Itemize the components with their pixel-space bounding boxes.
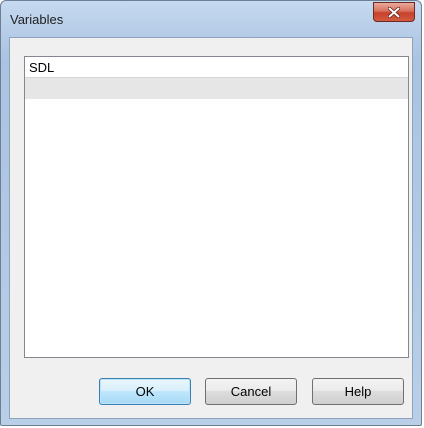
dialog-client-area: SDL OK Cancel Help	[9, 37, 413, 419]
title-bar[interactable]: Variables	[1, 1, 421, 37]
ok-button[interactable]: OK	[99, 378, 191, 405]
window-title: Variables	[10, 12, 64, 27]
help-button[interactable]: Help	[312, 378, 404, 405]
list-item[interactable]: SDL	[25, 57, 408, 78]
close-icon	[388, 6, 400, 18]
cancel-button[interactable]: Cancel	[205, 378, 297, 405]
variables-dialog: Variables SDL OK Cancel Help	[0, 0, 422, 426]
list-item-new[interactable]	[25, 78, 408, 99]
variables-list[interactable]: SDL	[24, 56, 409, 358]
close-button[interactable]	[373, 2, 415, 22]
list-item-label: SDL	[29, 60, 55, 75]
